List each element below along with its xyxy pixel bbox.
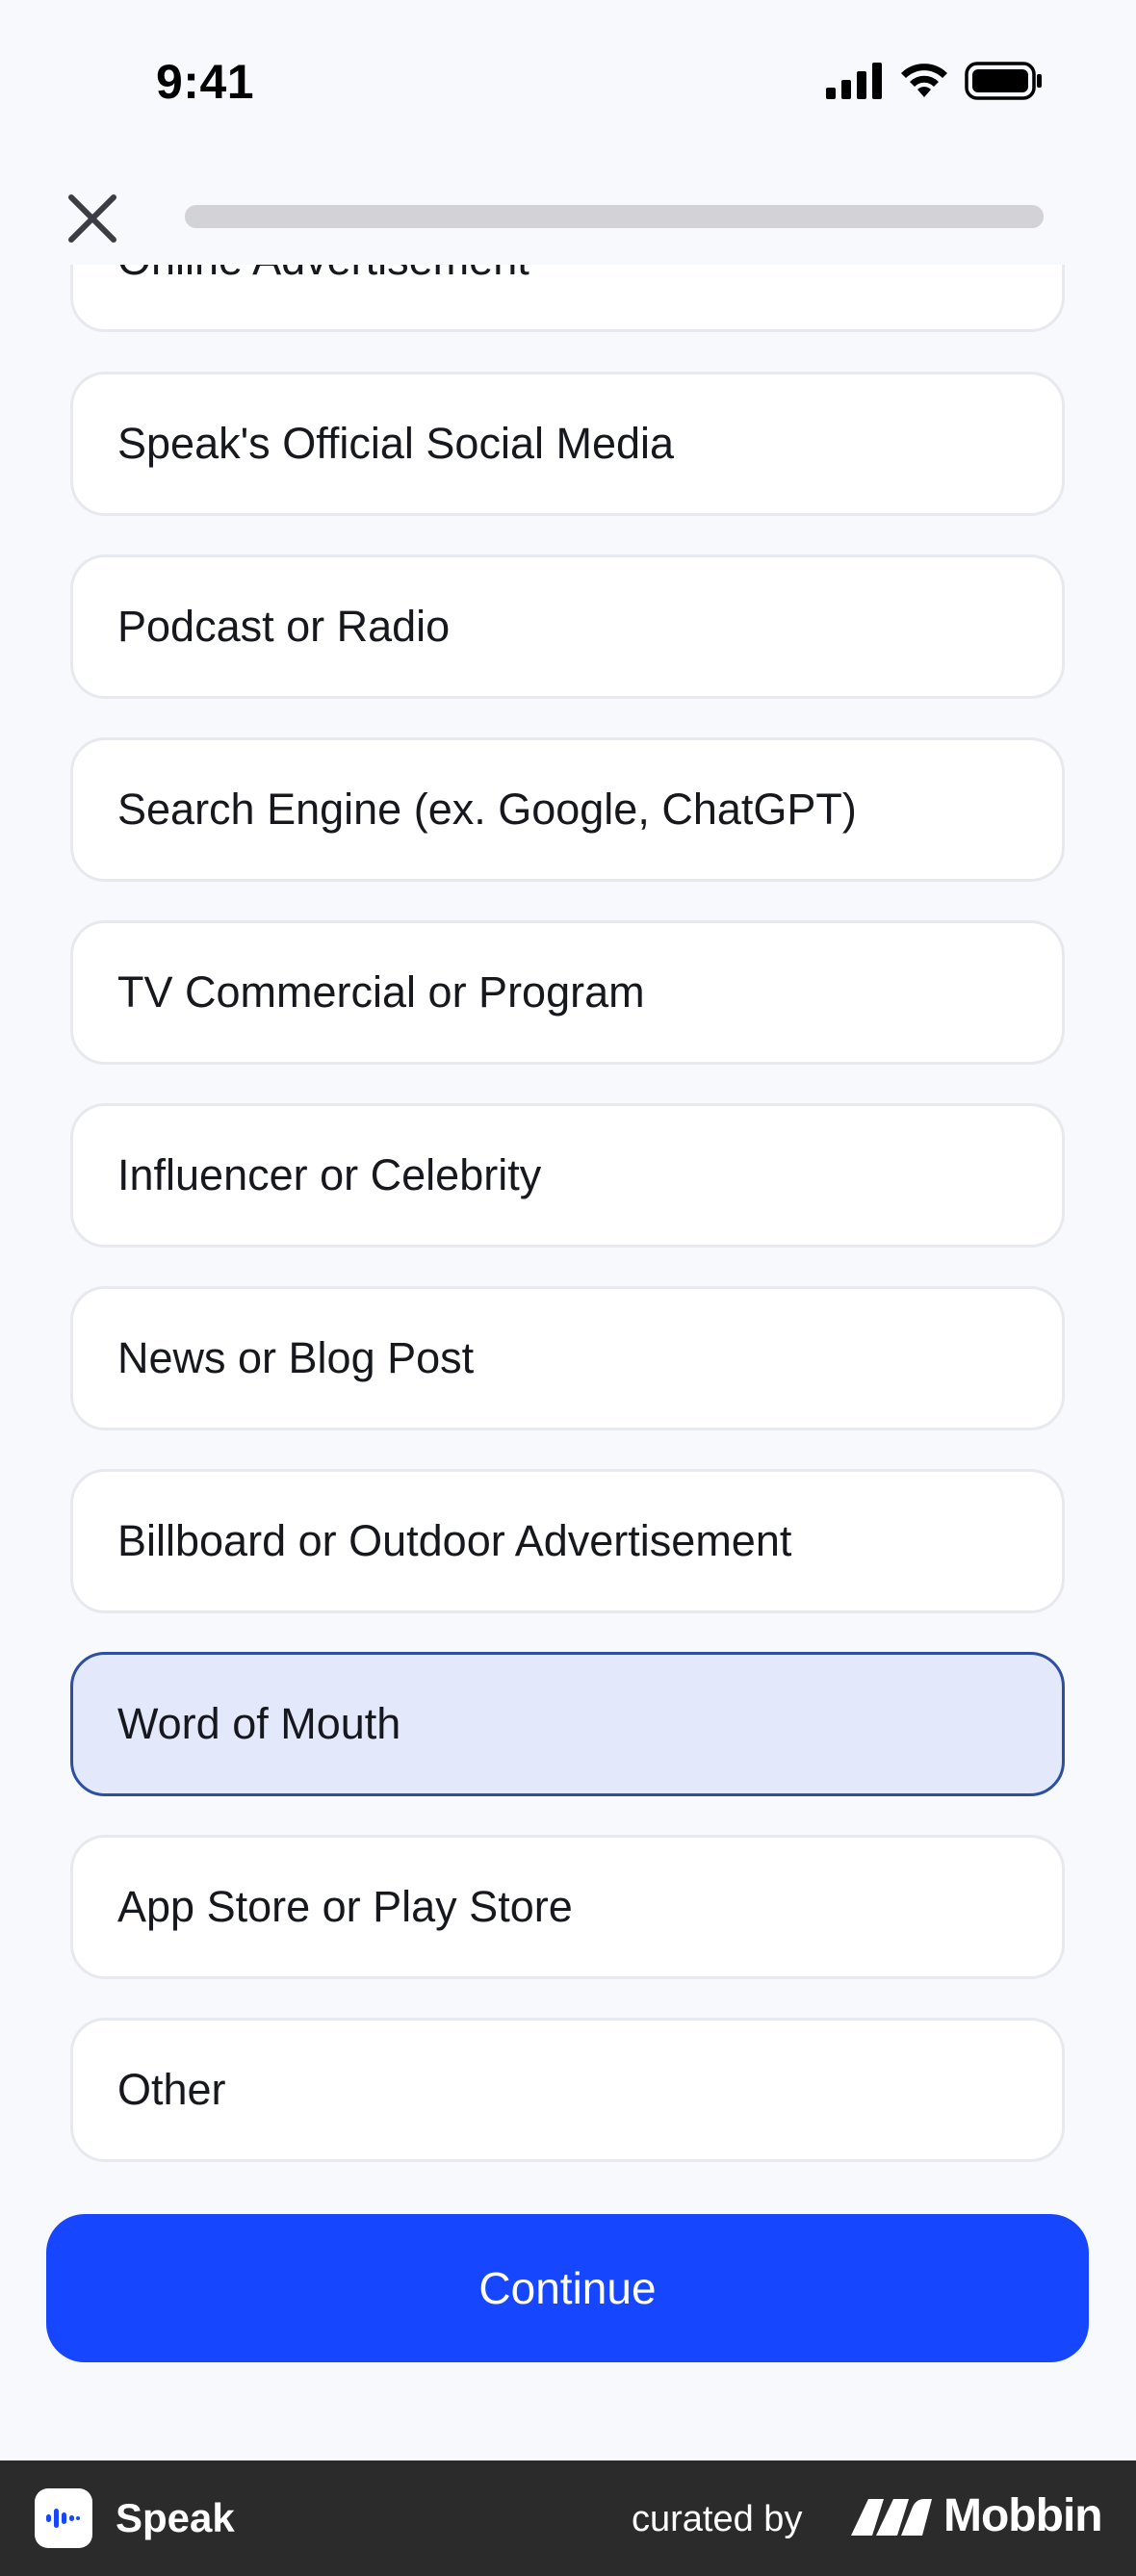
- option-label: Word of Mouth: [117, 1699, 401, 1748]
- status-time: 9:41: [156, 55, 255, 109]
- option-label: Influencer or Celebrity: [117, 1150, 542, 1199]
- option-label: Search Engine (ex. Google, ChatGPT): [117, 785, 857, 834]
- status-bar: 9:41: [0, 0, 1136, 168]
- option-label: App Store or Play Store: [117, 1882, 573, 1931]
- option-other[interactable]: Other: [70, 2018, 1065, 2162]
- progress-bar: [185, 205, 1044, 228]
- options-list: Online Advertisement Speak's Official So…: [0, 0, 1136, 2214]
- close-button[interactable]: [64, 190, 121, 247]
- option-official-social-media[interactable]: Speak's Official Social Media: [70, 372, 1065, 516]
- option-podcast-radio[interactable]: Podcast or Radio: [70, 554, 1065, 699]
- battery-icon: [965, 62, 1042, 100]
- progress-fill: [185, 205, 1044, 228]
- curated-by-text: curated by: [632, 2499, 803, 2539]
- option-label: Speak's Official Social Media: [117, 419, 675, 468]
- footer-bar: Speak curated by Mobbin: [0, 2460, 1136, 2576]
- screen: Online Advertisement Speak's Official So…: [0, 0, 1136, 2576]
- option-label: Billboard or Outdoor Advertisement: [117, 1516, 792, 1565]
- option-search-engine[interactable]: Search Engine (ex. Google, ChatGPT): [70, 737, 1065, 882]
- app-name: Speak: [116, 2495, 235, 2540]
- speak-logo-icon: [46, 2509, 80, 2528]
- option-billboard[interactable]: Billboard or Outdoor Advertisement: [70, 1469, 1065, 1613]
- option-news-blog[interactable]: News or Blog Post: [70, 1286, 1065, 1430]
- option-influencer[interactable]: Influencer or Celebrity: [70, 1103, 1065, 1248]
- cellular-signal-icon: [826, 63, 882, 99]
- option-tv-commercial[interactable]: TV Commercial or Program: [70, 920, 1065, 1065]
- option-word-of-mouth[interactable]: Word of Mouth: [70, 1652, 1065, 1796]
- option-label: Other: [117, 2065, 226, 2114]
- close-icon: [68, 194, 116, 243]
- wifi-icon: [901, 64, 947, 97]
- option-app-store[interactable]: App Store or Play Store: [70, 1835, 1065, 1979]
- app-logo: [35, 2488, 92, 2548]
- status-icons: [826, 62, 1044, 100]
- continue-button[interactable]: Continue: [46, 2214, 1089, 2362]
- header: [0, 168, 1136, 265]
- mobbin-brand: Mobbin: [943, 2490, 1103, 2541]
- option-label: TV Commercial or Program: [117, 967, 645, 1017]
- option-label: News or Blog Post: [117, 1333, 475, 1382]
- option-label: Podcast or Radio: [117, 602, 451, 651]
- mobbin-logo-icon: [851, 2499, 932, 2536]
